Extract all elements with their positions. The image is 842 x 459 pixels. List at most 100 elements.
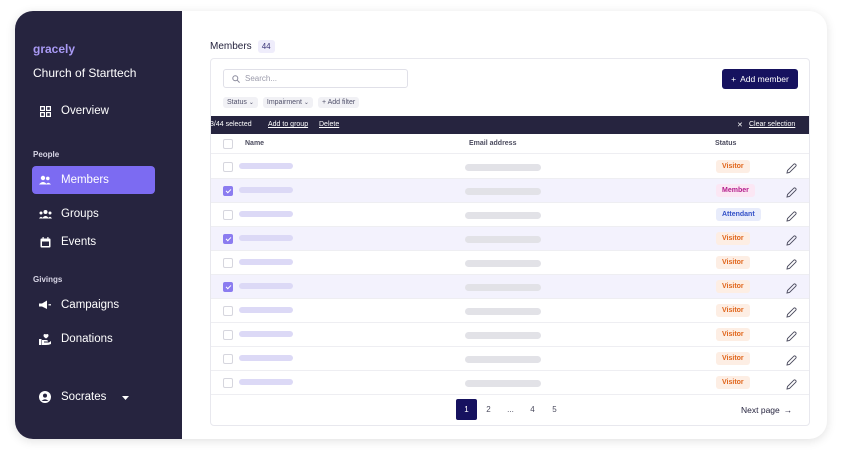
email-placeholder (465, 164, 541, 171)
name-placeholder (239, 235, 293, 241)
email-placeholder (465, 284, 541, 291)
close-icon[interactable]: ✕ (737, 121, 743, 129)
email-placeholder (465, 236, 541, 243)
pagination: 1 2... 4 5 (456, 399, 566, 420)
column-name: Name (245, 140, 265, 147)
sidebar-item-label: Members (61, 174, 109, 186)
table-row[interactable]: Visitor (211, 155, 809, 179)
add-member-button[interactable]: + Add member (722, 69, 798, 89)
row-checkbox[interactable] (223, 162, 233, 172)
add-filter-button[interactable]: + Add filter (317, 97, 360, 108)
table-row[interactable]: Visitor (211, 299, 809, 323)
calendar-icon (38, 235, 52, 249)
filter-status[interactable]: Status ⌄ (223, 97, 258, 108)
next-page-button[interactable]: Next page → (735, 399, 798, 420)
edit-icon[interactable] (786, 353, 797, 366)
status-badge: Attendant (716, 208, 761, 221)
section-people: People (33, 150, 60, 159)
main-content: Members 44 Search... + Add member Status… (182, 11, 827, 439)
app-window: gracely Church of Starttech Overview Peo… (15, 11, 827, 439)
table-row[interactable]: Member (211, 179, 809, 203)
search-icon (232, 74, 240, 83)
select-all-checkbox[interactable] (223, 139, 233, 149)
email-placeholder (465, 308, 541, 315)
name-placeholder (239, 187, 293, 193)
row-checkbox[interactable] (223, 354, 233, 364)
edit-icon[interactable] (786, 233, 797, 246)
row-checkbox[interactable] (223, 234, 233, 244)
row-checkbox[interactable] (223, 378, 233, 388)
edit-icon[interactable] (786, 257, 797, 270)
add-member-label: Add member (740, 74, 789, 84)
clear-selection-link[interactable]: Clear selection (749, 121, 795, 128)
edit-icon[interactable] (786, 161, 797, 174)
megaphone-icon (38, 298, 52, 312)
table-row[interactable]: Visitor (211, 347, 809, 371)
selection-count: 3/44 selected (210, 121, 252, 128)
row-checkbox[interactable] (223, 258, 233, 268)
email-placeholder (465, 332, 541, 339)
sidebar-item-donations[interactable]: Donations (32, 325, 155, 353)
row-checkbox[interactable] (223, 210, 233, 220)
selection-bar: 3/44 selected Add to group Delete ✕ Clea… (210, 116, 809, 134)
status-badge: Visitor (716, 160, 750, 173)
status-badge: Visitor (716, 328, 750, 341)
status-badge: Visitor (716, 232, 750, 245)
user-menu[interactable]: Socrates (32, 383, 155, 411)
groups-icon (38, 207, 52, 221)
row-checkbox[interactable] (223, 330, 233, 340)
edit-icon[interactable] (786, 281, 797, 294)
column-email: Email address (469, 140, 517, 147)
sidebar-item-label: Groups (61, 208, 99, 220)
table-header: Name Email address Status (211, 134, 809, 154)
filter-label: Status (227, 99, 247, 106)
page-4-button[interactable]: 4 (522, 399, 543, 420)
search-placeholder: Search... (245, 74, 278, 83)
delete-link[interactable]: Delete (319, 121, 339, 128)
sidebar-item-groups[interactable]: Groups (32, 200, 155, 228)
name-placeholder (239, 259, 293, 265)
user-name: Socrates (61, 391, 107, 403)
members-icon (38, 173, 52, 187)
row-checkbox[interactable] (223, 186, 233, 196)
chevron-down-icon: ⌄ (248, 100, 254, 106)
name-placeholder (239, 355, 293, 361)
page-ellipsis: ... (507, 405, 514, 414)
add-to-group-link[interactable]: Add to group (268, 121, 308, 128)
page-1-button[interactable]: 1 (456, 399, 477, 420)
table-row[interactable]: Visitor (211, 251, 809, 275)
status-badge: Member (716, 184, 755, 197)
status-badge: Visitor (716, 304, 750, 317)
table-row[interactable]: Visitor (211, 323, 809, 347)
edit-icon[interactable] (786, 329, 797, 342)
chevron-down-icon[interactable] (122, 391, 130, 403)
email-placeholder (465, 380, 541, 387)
filter-impairment[interactable]: Impairment ⌄ (262, 97, 313, 108)
org-name: Church of Starttech (33, 66, 137, 80)
edit-icon[interactable] (786, 377, 797, 390)
column-status: Status (715, 140, 737, 147)
table-row[interactable]: Visitor (211, 227, 809, 251)
page-2-button[interactable]: 2 (478, 399, 499, 420)
edit-icon[interactable] (786, 305, 797, 318)
status-badge: Visitor (716, 352, 750, 365)
page-title: Members (210, 41, 252, 52)
edit-icon[interactable] (786, 209, 797, 222)
sidebar-item-overview[interactable]: Overview (32, 97, 155, 125)
status-badge: Visitor (716, 376, 750, 389)
table-row[interactable]: Attendant (211, 203, 809, 227)
search-input[interactable]: Search... (223, 69, 408, 88)
sidebar: gracely Church of Starttech Overview Peo… (15, 11, 182, 439)
sidebar-item-campaigns[interactable]: Campaigns (32, 291, 155, 319)
account-icon (38, 390, 52, 404)
sidebar-item-events[interactable]: Events (32, 228, 155, 256)
table-row[interactable]: Visitor (211, 371, 809, 395)
brand-logo: gracely (33, 42, 76, 56)
page-5-button[interactable]: 5 (544, 399, 565, 420)
row-checkbox[interactable] (223, 282, 233, 292)
row-checkbox[interactable] (223, 306, 233, 316)
table-row[interactable]: Visitor (211, 275, 809, 299)
member-count-badge: 44 (257, 40, 275, 53)
sidebar-item-members[interactable]: Members (32, 166, 155, 194)
edit-icon[interactable] (786, 185, 797, 198)
